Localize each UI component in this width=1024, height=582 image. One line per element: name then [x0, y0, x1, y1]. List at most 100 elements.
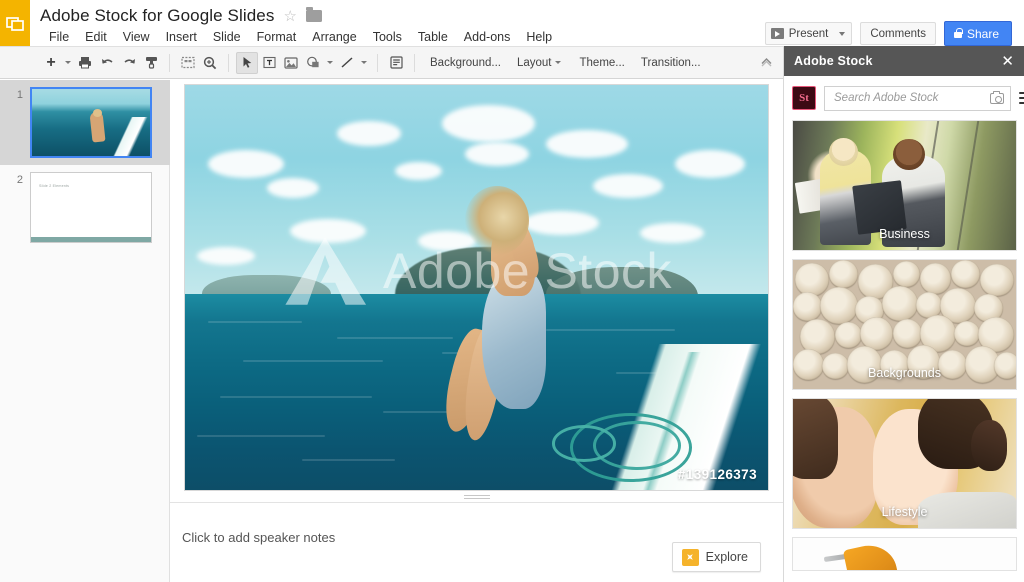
slide-editing-surface[interactable]: Adobe Stock #139126373 — [185, 85, 768, 490]
category-card-backgrounds[interactable]: Backgrounds — [792, 259, 1017, 390]
new-slide-button[interactable]: + — [40, 52, 62, 74]
cloud — [337, 121, 401, 145]
document-title-row: Adobe Stock for Google Slides ☆ — [40, 5, 322, 27]
top-right-actions: Present Comments Share — [765, 21, 1012, 46]
menu-item-addons[interactable]: Add-ons — [456, 28, 519, 47]
line-chevron-down-icon[interactable] — [361, 61, 367, 64]
category-card-lifestyle[interactable]: Lifestyle — [792, 398, 1017, 529]
menu-item-help[interactable]: Help — [518, 28, 560, 47]
fit-to-window-button[interactable] — [177, 52, 199, 74]
shape-chevron-down-icon[interactable] — [327, 61, 333, 64]
cloud — [523, 211, 599, 235]
category-card-business[interactable]: Business — [792, 120, 1017, 251]
google-slides-window: Adobe Stock for Google Slides ☆ File Edi… — [0, 0, 1024, 582]
cloud — [546, 130, 628, 158]
cloud — [208, 150, 284, 178]
filmstrip-slide-2[interactable]: 2 Slide 2 Elements — [0, 165, 170, 250]
layout-chevron-down-icon — [555, 61, 561, 64]
toolbar-group-slide: + — [40, 52, 162, 74]
category-card-label: Lifestyle — [793, 505, 1016, 519]
paint-format-button[interactable] — [140, 52, 162, 74]
slide-filmstrip[interactable]: 1 2 Slide 2 Elements — [0, 80, 170, 582]
toolbar-divider — [414, 54, 415, 72]
notes-resize-handle[interactable] — [464, 495, 490, 497]
share-button[interactable]: Share — [944, 21, 1012, 46]
explore-button[interactable]: Explore — [672, 542, 761, 572]
stock-image-id: #139126373 — [678, 467, 757, 482]
toolbar-divider — [377, 54, 378, 72]
menu-item-insert[interactable]: Insert — [158, 28, 205, 47]
cloud — [640, 223, 704, 243]
line-button[interactable] — [336, 52, 358, 74]
toolbar-group-text-buttons: Background... Layout Theme... Transition… — [422, 52, 709, 74]
slide-number: 2 — [0, 172, 30, 186]
page-title[interactable]: Adobe Stock for Google Slides — [40, 6, 274, 26]
toolbar-group-insert — [236, 52, 370, 74]
theme-button[interactable]: Theme... — [572, 52, 633, 74]
adobe-stock-logo-text: St — [799, 92, 809, 104]
menu-item-view[interactable]: View — [115, 28, 158, 47]
background-button[interactable]: Background... — [422, 52, 509, 74]
filmstrip-slide-1[interactable]: 1 — [0, 80, 170, 165]
search-field-wrapper[interactable] — [824, 86, 1011, 111]
menu-item-format[interactable]: Format — [249, 28, 305, 47]
comments-label: Comments — [870, 28, 926, 40]
new-slide-chevron-down-icon[interactable] — [65, 61, 71, 64]
folder-icon[interactable] — [306, 10, 322, 22]
menu-item-tools[interactable]: Tools — [365, 28, 410, 47]
print-button[interactable] — [74, 52, 96, 74]
editor-canvas: Adobe Stock #139126373 Click to add spea… — [170, 80, 783, 582]
text-layout-button[interactable] — [385, 52, 407, 74]
close-icon[interactable]: ✕ — [1001, 54, 1014, 69]
lock-icon — [954, 32, 962, 38]
image-button[interactable] — [280, 52, 302, 74]
chevron-down-icon[interactable] — [839, 32, 845, 36]
menu-item-arrange[interactable]: Arrange — [304, 28, 364, 47]
category-card-label: Backgrounds — [793, 366, 1016, 380]
layout-button[interactable]: Layout — [509, 52, 572, 74]
slides-logo-icon[interactable] — [0, 0, 30, 46]
shape-button[interactable] — [302, 52, 324, 74]
slide-photo: Adobe Stock #139126373 — [185, 85, 768, 490]
adobe-stock-category-list[interactable]: Business — [784, 120, 1024, 582]
select-tool-button[interactable] — [236, 52, 258, 74]
transition-button[interactable]: Transition... — [633, 52, 709, 74]
redo-button[interactable] — [118, 52, 140, 74]
search-input[interactable] — [834, 92, 990, 104]
cloud — [465, 142, 529, 166]
menu-item-slide[interactable]: Slide — [205, 28, 249, 47]
slide-number: 1 — [0, 87, 30, 101]
speaker-notes-placeholder[interactable]: Click to add speaker notes — [182, 530, 335, 545]
play-icon — [771, 28, 784, 39]
present-button[interactable]: Present — [765, 22, 853, 45]
menu-item-edit[interactable]: Edit — [77, 28, 115, 47]
top-bar: Adobe Stock for Google Slides ☆ File Edi… — [0, 0, 1024, 46]
category-card-partial[interactable] — [792, 537, 1017, 571]
slide-thumbnail[interactable] — [30, 87, 152, 158]
text-box-button[interactable] — [258, 52, 280, 74]
toolbar: + — [0, 46, 783, 79]
category-card-label: Business — [793, 227, 1016, 241]
adobe-stock-panel-title: Adobe Stock — [794, 54, 873, 68]
layout-label: Layout — [517, 57, 552, 69]
hamburger-menu-icon[interactable] — [1019, 92, 1024, 104]
camera-icon[interactable] — [990, 93, 1004, 104]
undo-button[interactable] — [96, 52, 118, 74]
speaker-notes-pane[interactable]: Click to add speaker notes Explore — [170, 502, 783, 582]
cloud — [290, 219, 366, 243]
adobe-stock-panel-header: Adobe Stock ✕ — [784, 46, 1024, 76]
comments-button[interactable]: Comments — [860, 22, 936, 45]
cloud — [675, 150, 745, 178]
zoom-button[interactable] — [199, 52, 221, 74]
menu-bar: File Edit View Insert Slide Format Arran… — [41, 28, 560, 47]
collapse-chevron-icon[interactable] — [760, 56, 773, 70]
present-label: Present — [789, 28, 829, 40]
star-icon[interactable]: ☆ — [283, 9, 296, 24]
thumbnail-title-text: Slide 2 Elements — [39, 184, 69, 188]
menu-item-table[interactable]: Table — [410, 28, 456, 47]
adobe-stock-panel: Adobe Stock ✕ St — [783, 46, 1024, 582]
menu-item-file[interactable]: File — [41, 28, 77, 47]
adobe-stock-logo-icon: St — [792, 86, 816, 110]
slide-thumbnail[interactable]: Slide 2 Elements — [30, 172, 152, 243]
cloud — [442, 105, 535, 141]
